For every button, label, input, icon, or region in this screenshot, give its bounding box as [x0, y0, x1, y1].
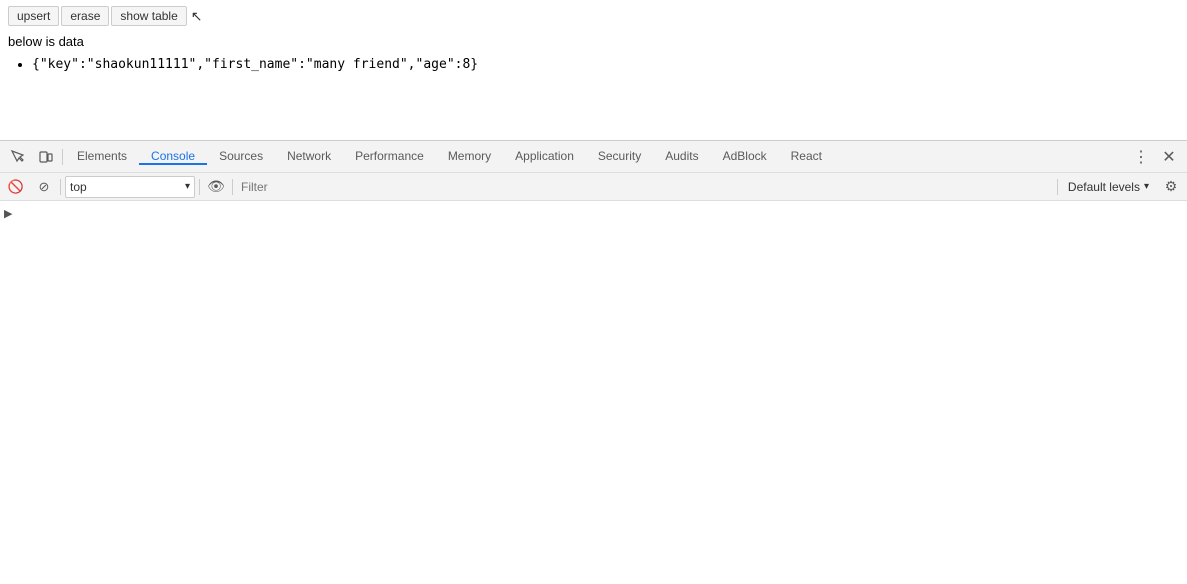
tab-performance[interactable]: Performance [343, 149, 436, 165]
close-devtools-button[interactable]: ✕ [1155, 143, 1183, 171]
inspect-icon-button[interactable] [4, 143, 32, 171]
show-table-button[interactable]: show table [111, 6, 186, 26]
cursor-icon: ↖ [191, 8, 203, 25]
devtools-tab-bar: Elements Console Sources Network Perform… [0, 141, 1187, 173]
console-expand-row[interactable]: ▶ [0, 205, 1187, 222]
erase-button[interactable]: erase [61, 6, 109, 26]
chevron-right-icon: ▶ [4, 207, 12, 220]
context-label: top [70, 180, 87, 194]
data-list-item: {"key":"shaokun11111","first_name":"many… [32, 57, 1179, 72]
eye-button[interactable]: 👁 [204, 175, 228, 199]
console-settings-button[interactable]: ⚙ [1159, 175, 1183, 199]
more-options-button[interactable]: ⋮ [1127, 143, 1155, 171]
console-toolbar-separator [60, 179, 61, 195]
tab-security[interactable]: Security [586, 149, 653, 165]
devtools-toolbar-right: ⋮ ✕ [1127, 143, 1183, 171]
tab-react[interactable]: React [779, 149, 834, 165]
default-levels-label: Default levels [1068, 180, 1140, 194]
default-levels-dropdown[interactable]: Default levels ▾ [1062, 176, 1155, 198]
tab-audits[interactable]: Audits [653, 149, 710, 165]
console-toolbar: 🚫 ⊘ top ▾ 👁 Default levels ▾ ⚙ [0, 173, 1187, 201]
tab-sources[interactable]: Sources [207, 149, 275, 165]
default-levels-arrow-icon: ▾ [1144, 181, 1149, 192]
context-selector[interactable]: top ▾ [65, 176, 195, 198]
console-separator-3 [232, 179, 233, 195]
tab-elements[interactable]: Elements [65, 149, 139, 165]
tab-console[interactable]: Console [139, 149, 207, 165]
console-separator-2 [199, 179, 200, 195]
data-list: {"key":"shaokun11111","first_name":"many… [8, 57, 1179, 72]
tab-adblock[interactable]: AdBlock [711, 149, 779, 165]
filter-separator [1057, 179, 1058, 195]
toolbar-separator-1 [62, 149, 63, 165]
devtools-panel: Elements Console Sources Network Perform… [0, 140, 1187, 584]
console-content: ▶ [0, 201, 1187, 584]
block-icon-button[interactable]: ⊘ [32, 175, 56, 199]
filter-input[interactable] [237, 176, 1053, 198]
tab-network[interactable]: Network [275, 149, 343, 165]
clear-console-button[interactable]: 🚫 [4, 175, 28, 199]
button-row: upsert erase show table ↖ [8, 6, 1179, 26]
devtools-tabs: Elements Console Sources Network Perform… [65, 149, 1127, 165]
tab-memory[interactable]: Memory [436, 149, 503, 165]
device-toolbar-icon-button[interactable] [32, 143, 60, 171]
below-is-data-label: below is data [8, 34, 1179, 49]
upsert-button[interactable]: upsert [8, 6, 59, 26]
tab-application[interactable]: Application [503, 149, 586, 165]
context-selector-arrow-icon: ▾ [185, 181, 190, 192]
